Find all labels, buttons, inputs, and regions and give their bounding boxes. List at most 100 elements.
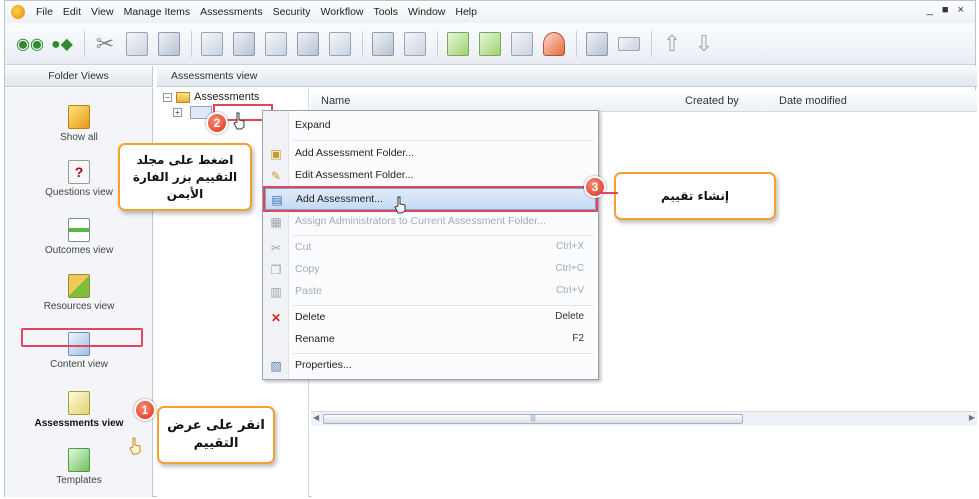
paste-button[interactable] <box>154 28 184 60</box>
toolbar-button[interactable] <box>261 28 291 60</box>
toolbar-button[interactable] <box>539 28 569 60</box>
toolbar-button[interactable] <box>582 28 612 60</box>
menu-item-paste[interactable]: ▥ Paste Ctrl+V <box>265 281 596 303</box>
callout-right-click-folder: اضغط على مجلد التقييم بزر الفارة الأيمن <box>118 143 252 211</box>
menu-help[interactable]: Help <box>450 6 482 18</box>
toolbar-separator <box>576 30 577 57</box>
menu-item-label: Edit Assessment Folder... <box>295 169 414 181</box>
menu-item-expand[interactable]: Expand <box>265 115 596 137</box>
assessment-icon <box>68 391 90 415</box>
document-icon <box>511 31 533 56</box>
menu-edit[interactable]: Edit <box>58 6 86 18</box>
question-icon: ? <box>68 160 90 184</box>
cube-icon <box>68 105 90 129</box>
tree-child-folder[interactable]: + <box>173 106 212 119</box>
copy-button[interactable] <box>122 28 152 60</box>
menu-item-cut[interactable]: ✂ Cut Ctrl+X <box>265 237 596 259</box>
menu-item-label: Rename <box>295 333 335 345</box>
menu-item-shortcut: Ctrl+V <box>555 285 584 296</box>
document-icon <box>404 31 426 56</box>
expand-icon[interactable]: + <box>173 108 182 117</box>
assign-icon: ▦ <box>270 215 282 229</box>
toolbar-button[interactable] <box>229 28 259 60</box>
edit-check-icon <box>479 31 501 56</box>
toolbar-button[interactable] <box>197 28 227 60</box>
menu-item-edit-assessment-folder[interactable]: ✎ Edit Assessment Folder... <box>265 165 596 187</box>
menu-item-delete[interactable]: ✕ Delete Delete <box>265 307 596 329</box>
menu-workflow[interactable]: Workflow <box>316 6 369 18</box>
menu-item-add-assessment[interactable]: ▤ Add Assessment... <box>263 186 598 212</box>
view-assessments[interactable]: Assessments view <box>5 391 153 429</box>
arrow-up-icon: ⇧ <box>662 30 682 56</box>
toolbar-button[interactable] <box>443 28 473 60</box>
view-resources[interactable]: Resources view <box>5 274 153 312</box>
view-label: Content view <box>50 359 108 370</box>
document-icon <box>372 31 394 56</box>
toolbar-button[interactable] <box>400 28 430 60</box>
column-date-modified[interactable]: Date modified <box>779 95 847 107</box>
toolbar-separator <box>651 30 652 57</box>
copy-icon: ❐ <box>270 263 282 277</box>
menu-window[interactable]: Window <box>403 6 450 18</box>
view-show-all[interactable]: Show all <box>5 105 153 143</box>
menu-item-shortcut: Ctrl+C <box>555 263 584 274</box>
view-label: Resources view <box>43 301 115 312</box>
toolbar-button[interactable] <box>293 28 323 60</box>
tree-root[interactable]: − Assessments <box>163 91 259 103</box>
cut-button[interactable]: ✂ <box>90 28 120 60</box>
toolbar-button[interactable] <box>325 28 355 60</box>
view-outcomes[interactable]: Outcomes view <box>5 218 153 256</box>
document-icon <box>329 31 351 56</box>
toolbar-separator <box>437 30 438 57</box>
toolbar-button[interactable] <box>475 28 505 60</box>
menu-assessments[interactable]: Assessments <box>195 6 267 18</box>
column-created-by[interactable]: Created by <box>685 95 739 107</box>
menu-item-add-assessment-folder[interactable]: ▣ Add Assessment Folder... <box>265 143 596 165</box>
menu-separator <box>293 140 593 141</box>
menu-item-label: Cut <box>295 241 312 253</box>
menu-item-assign-administrators[interactable]: ▦ Assign Administrators to Current Asses… <box>265 211 596 233</box>
menu-item-copy[interactable]: ❐ Copy Ctrl+C <box>265 259 596 281</box>
toolbar-button[interactable] <box>368 28 398 60</box>
add-assessment-icon: ▤ <box>271 193 283 207</box>
find-next-icon: ●◆ <box>51 35 73 53</box>
copy-icon <box>126 31 148 56</box>
move-down-button[interactable]: ⇩ <box>689 28 719 60</box>
scroll-left-icon[interactable]: ◀ <box>313 413 319 422</box>
bottom-area <box>311 426 977 497</box>
window-controls[interactable]: _ ■ × <box>927 4 967 16</box>
callout-connector <box>596 192 618 194</box>
menu-item-properties[interactable]: ▧ Properties... <box>265 355 596 377</box>
menu-item-label: Properties... <box>295 359 352 371</box>
view-label: Templates <box>56 475 102 486</box>
list-header: Name Created by Date modified <box>311 90 977 112</box>
menu-view[interactable]: View <box>86 6 119 18</box>
folder-views-header: Folder Views <box>5 66 153 87</box>
toolbar: ◉◉ ●◆ ✂ ⇧ ⇩ <box>5 23 975 65</box>
callout-text: اضغط على مجلد التقييم بزر الفارة الأيمن <box>132 152 238 201</box>
toolbar-button[interactable] <box>507 28 537 60</box>
find-next-button[interactable]: ●◆ <box>47 28 77 60</box>
scrollbar-thumb[interactable]: ||| <box>323 414 743 424</box>
callout-create-assessment: إنشاء تقييم <box>614 172 776 220</box>
toolbar-button[interactable] <box>614 28 644 60</box>
menu-item-label: Copy <box>295 263 320 275</box>
callout-text: إنشاء تقييم <box>661 189 729 203</box>
collapse-icon[interactable]: − <box>163 92 172 102</box>
document-icon <box>201 31 223 56</box>
column-name[interactable]: Name <box>321 95 350 107</box>
document-icon <box>265 31 287 56</box>
step-1-badge: 1 <box>134 399 156 421</box>
callout-click-assessments-view: انقر على عرض التقييم <box>157 406 275 464</box>
move-up-button[interactable]: ⇧ <box>657 28 687 60</box>
find-button[interactable]: ◉◉ <box>15 28 45 60</box>
scroll-right-icon[interactable]: ▶ <box>969 413 975 422</box>
menu-file[interactable]: File <box>31 6 58 18</box>
hand-cursor-icon <box>129 437 141 455</box>
horizontal-scrollbar[interactable]: ◀ ||| ▶ <box>311 411 977 426</box>
outcomes-icon <box>68 218 90 242</box>
menu-manage-items[interactable]: Manage Items <box>119 6 196 18</box>
menu-item-rename[interactable]: Rename F2 <box>265 329 596 351</box>
menu-security[interactable]: Security <box>268 6 316 18</box>
menu-tools[interactable]: Tools <box>369 6 404 18</box>
